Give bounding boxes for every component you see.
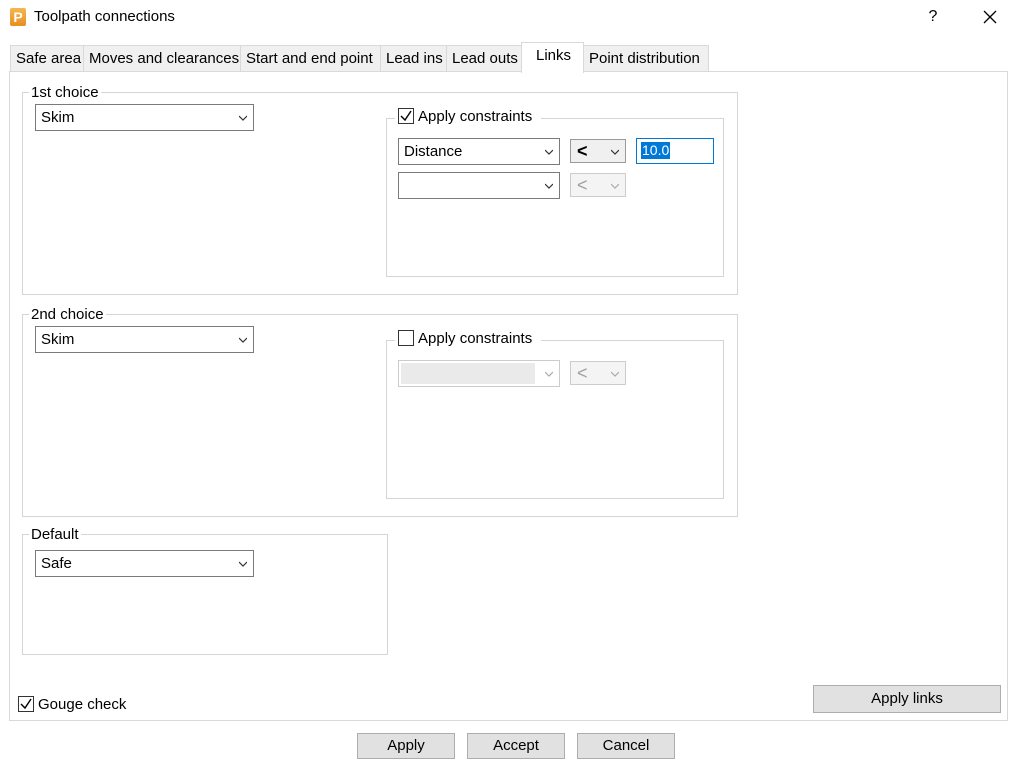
chevron-down-icon bbox=[611, 371, 619, 377]
tab-links[interactable]: Links bbox=[521, 42, 584, 73]
gouge-check-label: Gouge check bbox=[38, 696, 127, 713]
first-constraint-field-value: Distance bbox=[404, 143, 463, 160]
apply-links-button[interactable]: Apply links bbox=[813, 685, 1001, 713]
title-bar: P Toolpath connections ? bbox=[0, 0, 1025, 35]
window-title: Toolpath connections bbox=[34, 8, 175, 25]
tab-point-distribution[interactable]: Point distribution bbox=[583, 45, 709, 72]
chevron-down-icon bbox=[545, 371, 553, 377]
first-choice-dropdown[interactable]: Skim bbox=[35, 104, 254, 131]
operator-value: < bbox=[577, 363, 588, 383]
operator-value: < bbox=[577, 175, 588, 195]
first-constraint-field2-dropdown[interactable] bbox=[398, 172, 560, 199]
chevron-down-icon bbox=[239, 337, 247, 343]
checkmark-icon bbox=[20, 698, 32, 710]
checkmark-icon bbox=[400, 110, 412, 122]
first-constraint-value: 10.0 bbox=[641, 142, 671, 159]
tab-moves-and-clearances[interactable]: Moves and clearances bbox=[83, 45, 241, 72]
tab-start-and-end-point[interactable]: Start and end point bbox=[240, 45, 381, 72]
cancel-button[interactable]: Cancel bbox=[577, 733, 675, 759]
first-constraint-field-dropdown[interactable]: Distance bbox=[398, 138, 560, 165]
chevron-down-icon bbox=[611, 183, 619, 189]
second-constraints-header: Apply constraints bbox=[395, 328, 541, 348]
chevron-down-icon bbox=[545, 149, 553, 155]
default-label: Default bbox=[29, 526, 81, 544]
chevron-down-icon bbox=[545, 183, 553, 189]
first-constraint-operator2-dropdown[interactable]: < bbox=[570, 173, 626, 197]
first-constraints-header: Apply constraints bbox=[395, 106, 541, 126]
first-constraints-checkbox[interactable] bbox=[398, 108, 414, 124]
app-icon: P bbox=[10, 8, 26, 26]
close-icon bbox=[983, 10, 997, 24]
apply-button[interactable]: Apply bbox=[357, 733, 455, 759]
tab-lead-ins[interactable]: Lead ins bbox=[380, 45, 447, 72]
second-choice-value: Skim bbox=[41, 331, 75, 348]
operator-value: < bbox=[577, 141, 588, 161]
default-dropdown[interactable]: Safe bbox=[35, 550, 254, 577]
second-constraint-field-dropdown[interactable] bbox=[398, 360, 560, 387]
first-constraint-value-input[interactable]: 10.0 bbox=[636, 138, 714, 164]
disabled-fill bbox=[401, 363, 535, 384]
first-choice-value: Skim bbox=[41, 109, 75, 126]
second-choice-dropdown[interactable]: Skim bbox=[35, 326, 254, 353]
first-choice-label: 1st choice bbox=[29, 84, 101, 102]
chevron-down-icon bbox=[239, 561, 247, 567]
accept-button[interactable]: Accept bbox=[467, 733, 565, 759]
second-choice-label: 2nd choice bbox=[29, 306, 106, 324]
first-constraint-operator-dropdown[interactable]: < bbox=[570, 139, 626, 163]
tab-lead-outs[interactable]: Lead outs bbox=[446, 45, 522, 72]
first-constraints-label: Apply constraints bbox=[418, 108, 533, 125]
second-constraints-checkbox[interactable] bbox=[398, 330, 414, 346]
close-button[interactable] bbox=[976, 4, 1004, 30]
help-button[interactable]: ? bbox=[920, 4, 946, 30]
chevron-down-icon bbox=[239, 115, 247, 121]
default-value: Safe bbox=[41, 555, 72, 572]
chevron-down-icon bbox=[611, 149, 619, 155]
second-constraint-operator-dropdown[interactable]: < bbox=[570, 361, 626, 385]
second-constraints-label: Apply constraints bbox=[418, 330, 533, 347]
gouge-check-checkbox[interactable] bbox=[18, 696, 34, 712]
tab-safe-area[interactable]: Safe area bbox=[10, 45, 84, 72]
